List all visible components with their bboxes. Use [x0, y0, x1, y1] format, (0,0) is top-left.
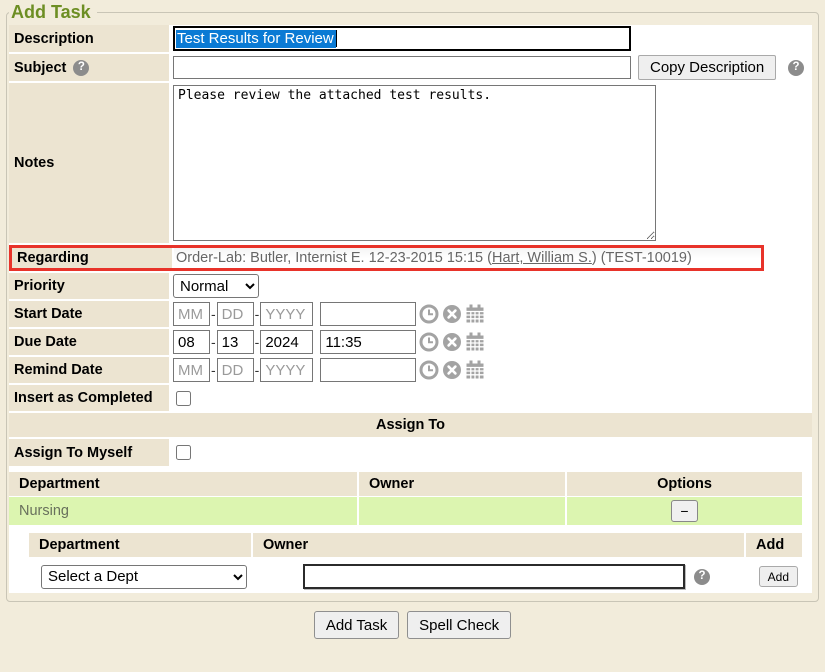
start-year-input[interactable]	[260, 302, 313, 326]
due-month-input[interactable]	[173, 330, 210, 354]
start-time-input[interactable]	[320, 302, 416, 326]
start-day-input[interactable]	[217, 302, 254, 326]
remind-time-input[interactable]	[320, 358, 416, 382]
start-clear-icon[interactable]	[442, 304, 462, 324]
regarding-row: Regarding Order-Lab: Butler, Internist E…	[9, 245, 764, 271]
remind-day-input[interactable]	[217, 358, 254, 382]
add-assignment-controls-row: Select a Dept ? Add	[29, 558, 802, 593]
due-date-label: Due Date	[14, 334, 77, 350]
assign-to-myself-row: Assign To Myself	[9, 439, 812, 466]
owner-input[interactable]	[303, 564, 685, 589]
assigned-row-nursing: Nursing −	[9, 497, 802, 525]
date-separator: -	[211, 306, 216, 322]
remind-clear-icon[interactable]	[442, 360, 462, 380]
remove-assignment-button[interactable]: −	[671, 500, 698, 522]
due-calendar-icon[interactable]	[465, 332, 485, 352]
regarding-text-after: ) (TEST-10019)	[592, 250, 692, 266]
copy-description-button[interactable]: Copy Description	[638, 55, 776, 80]
subject-row: Subject ? Copy Description ?	[9, 54, 812, 81]
insert-as-completed-row: Insert as Completed	[9, 385, 812, 411]
insert-as-completed-checkbox[interactable]	[176, 391, 191, 406]
subject-right-help-icon[interactable]: ?	[788, 60, 804, 76]
date-separator: -	[211, 334, 216, 350]
date-separator: -	[255, 334, 260, 350]
date-separator: -	[255, 306, 260, 322]
spell-check-button[interactable]: Spell Check	[407, 611, 511, 639]
start-month-input[interactable]	[173, 302, 210, 326]
description-selected-text: Test Results for Review	[176, 30, 336, 48]
priority-row: Priority Normal	[9, 273, 812, 299]
remind-year-input[interactable]	[260, 358, 313, 382]
department-select[interactable]: Select a Dept	[41, 565, 247, 589]
assigned-col-options: Options	[567, 472, 802, 496]
description-row: Description Test Results for Review	[9, 25, 812, 52]
owner-help-icon[interactable]: ?	[694, 569, 710, 585]
date-separator: -	[255, 362, 260, 378]
regarding-text-before: Order-Lab: Butler, Internist E. 12-23-20…	[176, 250, 492, 266]
remind-calendar-icon[interactable]	[465, 360, 485, 380]
assigned-owner-value	[359, 497, 565, 525]
assigned-department-value: Nursing	[9, 497, 357, 525]
form-actions: Add Task Spell Check	[0, 611, 825, 639]
start-calendar-icon[interactable]	[465, 304, 485, 324]
add-task-form: Description Test Results for Review Subj…	[9, 25, 812, 593]
assign-to-section-header: Assign To	[9, 413, 812, 437]
notes-textarea[interactable]: Please review the attached test results.	[173, 85, 656, 241]
add-assignment-button[interactable]: Add	[759, 566, 798, 587]
insert-as-completed-label: Insert as Completed	[14, 390, 153, 406]
text-caret	[336, 30, 337, 47]
page-title: Add Task	[9, 2, 97, 23]
date-separator: -	[211, 362, 216, 378]
notes-label: Notes	[14, 155, 54, 171]
due-clock-icon[interactable]	[419, 332, 439, 352]
subject-label: Subject	[14, 60, 66, 76]
regarding-label: Regarding	[17, 250, 89, 266]
remind-date-row: Remind Date - -	[9, 357, 812, 383]
subject-help-icon[interactable]: ?	[73, 60, 89, 76]
add-assignment-table: Department Owner Add Select a Dept ? Add	[29, 533, 802, 593]
subject-input[interactable]	[173, 56, 631, 79]
add-col-department: Department	[29, 533, 251, 557]
remind-month-input[interactable]	[173, 358, 210, 382]
priority-label: Priority	[14, 278, 65, 294]
add-col-add: Add	[746, 533, 802, 557]
assigned-departments-table: Department Owner Options Nursing −	[9, 472, 802, 525]
start-clock-icon[interactable]	[419, 304, 439, 324]
start-date-label: Start Date	[14, 306, 83, 322]
add-task-button[interactable]: Add Task	[314, 611, 399, 639]
add-col-owner: Owner	[253, 533, 744, 557]
due-year-input[interactable]	[260, 330, 313, 354]
remind-date-label: Remind Date	[14, 362, 103, 378]
assign-to-myself-label: Assign To Myself	[14, 445, 132, 461]
regarding-patient-link[interactable]: Hart, William S.	[492, 250, 592, 266]
description-input[interactable]: Test Results for Review	[173, 26, 631, 51]
assign-to-myself-checkbox[interactable]	[176, 445, 191, 460]
priority-select[interactable]: Normal	[173, 274, 259, 298]
due-date-row: Due Date - -	[9, 329, 812, 355]
due-time-input[interactable]	[320, 330, 416, 354]
assigned-col-department: Department	[9, 472, 357, 496]
assigned-col-owner: Owner	[359, 472, 565, 496]
due-clear-icon[interactable]	[442, 332, 462, 352]
remind-clock-icon[interactable]	[419, 360, 439, 380]
start-date-row: Start Date - -	[9, 301, 812, 327]
description-label: Description	[14, 31, 94, 47]
add-task-fieldset: Add Task Description Test Results for Re…	[6, 2, 819, 602]
due-day-input[interactable]	[217, 330, 254, 354]
notes-row: Notes Please review the attached test re…	[9, 83, 812, 243]
